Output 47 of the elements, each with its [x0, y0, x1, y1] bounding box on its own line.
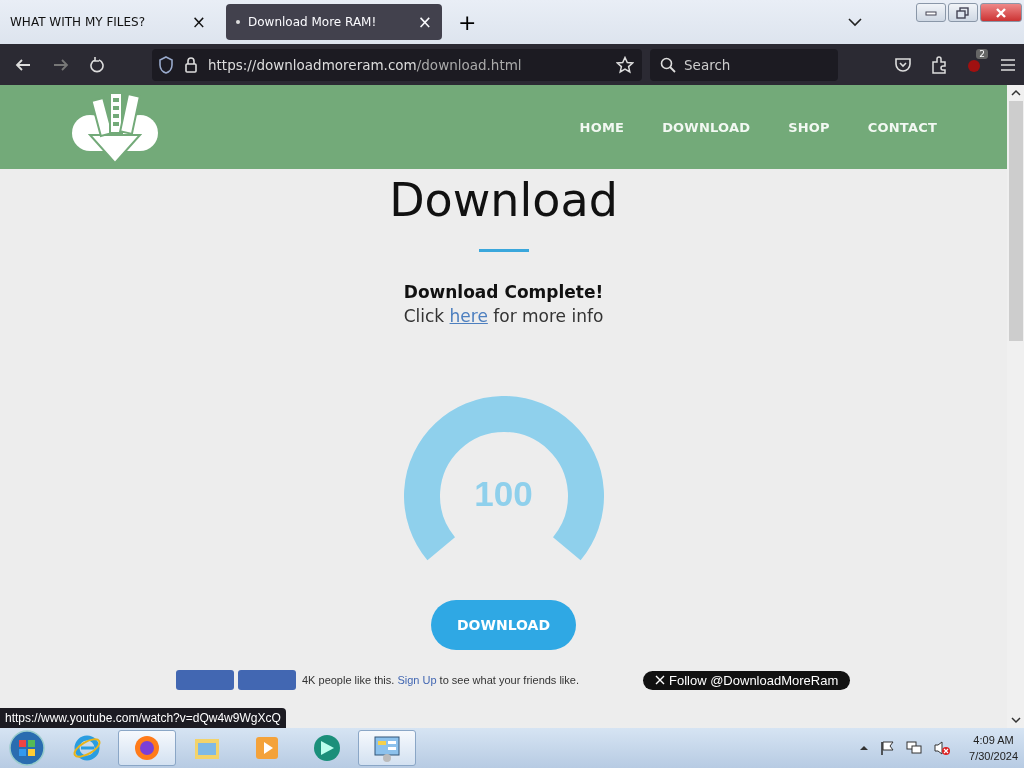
browser-tab[interactable]: WHAT WITH MY FILES? × — [0, 4, 216, 40]
pocket-icon[interactable] — [894, 55, 912, 74]
network-icon[interactable] — [905, 740, 924, 756]
status-url: https://www.youtube.com/watch?v=dQw4w9WgXcQ — [0, 708, 286, 728]
muted-speaker-icon[interactable] — [933, 740, 952, 756]
lock-icon — [184, 55, 198, 74]
search-icon — [660, 56, 676, 73]
new-tab-button[interactable]: + — [446, 9, 489, 35]
taskbar-app[interactable] — [358, 730, 416, 766]
puzzle-icon[interactable] — [930, 55, 948, 74]
info-text: Click here for more info — [403, 306, 604, 326]
browser-tab[interactable]: Download More RAM! × — [226, 4, 442, 40]
menu-icon[interactable] — [1000, 57, 1016, 72]
restore-icon — [956, 6, 970, 19]
scrollbar[interactable] — [1007, 85, 1024, 728]
address-bar[interactable]: https://downloadmoreram.com/download.html — [152, 48, 642, 81]
tab-dot-icon — [236, 20, 240, 24]
close-tab-button[interactable]: × — [417, 12, 432, 32]
gauge-reading: 100 — [473, 474, 534, 514]
start-button[interactable] — [8, 729, 46, 767]
minimize-icon — [924, 9, 938, 16]
sign-up-link[interactable]: Sign Up — [397, 674, 437, 686]
restore-button[interactable] — [948, 3, 978, 22]
taskbar-app[interactable] — [118, 730, 176, 766]
star-icon[interactable] — [616, 55, 634, 74]
status-title: Download Complete! — [403, 282, 604, 302]
play-circle-icon — [312, 733, 342, 763]
close-button[interactable] — [980, 3, 1022, 22]
chevron-down-icon[interactable] — [848, 17, 862, 27]
reload-icon[interactable] — [90, 55, 104, 74]
monitor-icon — [372, 733, 402, 763]
page-heading: Download — [389, 173, 618, 227]
social-text: 4K people like this. Sign Up to see what your friends like. — [302, 674, 579, 686]
follow-button[interactable]: Follow @DownloadMoreRam — [643, 670, 851, 690]
search-field[interactable]: Search — [650, 48, 838, 81]
close-tab-button[interactable]: × — [191, 12, 206, 32]
minimize-button[interactable] — [916, 3, 946, 22]
x-logo-icon — [655, 675, 665, 685]
shield-icon — [158, 55, 174, 74]
scroll-up-icon[interactable] — [1010, 89, 1021, 97]
scroll-down-icon[interactable] — [1010, 716, 1021, 724]
browser-e-icon — [72, 733, 102, 763]
info-link[interactable]: here — [449, 306, 488, 326]
clock[interactable]: 4:09 AM 7/30/2024 — [969, 732, 1018, 764]
close-icon — [994, 6, 1008, 19]
extension-badge: 2 — [976, 48, 988, 59]
flag-icon[interactable] — [879, 740, 896, 756]
